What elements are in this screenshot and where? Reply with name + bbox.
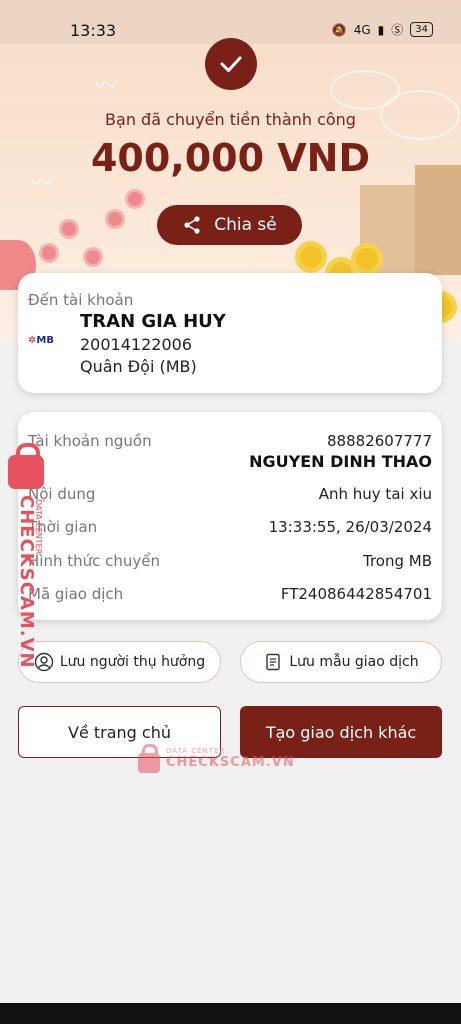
recipient-name: TRAN GIA HUY: [80, 311, 226, 332]
source-account-number: 88882607777: [327, 432, 432, 450]
watermark-center-brand: CHECKSCAM.VN: [166, 754, 295, 770]
battery-indicator: 34: [410, 22, 433, 37]
mute-icon: 🔕: [331, 22, 347, 37]
status-icons: 🔕 4G ▮ Ⓢ 34: [332, 21, 433, 38]
lock-icon: [8, 443, 44, 489]
save-template-label: Lưu mẫu giao dịch: [289, 654, 419, 670]
status-time: 13:33: [70, 21, 117, 40]
recipient-account-number: 20014122006: [80, 335, 192, 354]
mb-bank-logo: ✲MB: [28, 335, 54, 346]
home-gesture-handle[interactable]: [155, 1010, 307, 1014]
success-check-icon: [205, 38, 257, 90]
transaction-details-card: Tài khoản nguồn 88882607777 NGUYEN DINH …: [18, 412, 442, 620]
document-icon: [266, 653, 281, 671]
save-template-button[interactable]: Lưu mẫu giao dịch: [240, 641, 442, 683]
transfer-amount: 400,000 VND: [90, 136, 371, 180]
lock-icon: [138, 744, 160, 773]
txid-value: FT24086442854701: [280, 585, 432, 603]
house-decoration: [415, 165, 461, 275]
blossom-decoration: [128, 192, 142, 206]
watermark-center-tagline: DATA CENTER: [166, 746, 226, 755]
blossom-decoration: [62, 222, 76, 236]
method-value: Trong MB: [362, 552, 432, 570]
recipient-bank: Quân Đội (MB): [80, 357, 197, 376]
source-account-label: Tài khoản nguồn: [28, 432, 152, 450]
source-account-name: NGUYEN DINH THAO: [249, 452, 432, 471]
watermark-center: DATA CENTER CHECKSCAM.VN: [138, 743, 295, 773]
content-value: Anh huy tai xiu: [318, 485, 432, 503]
flower-decoration: [356, 248, 378, 270]
save-recipient-button[interactable]: Lưu người thụ hưởng: [18, 641, 221, 683]
signal-icon: ▮: [377, 22, 385, 37]
share-button[interactable]: Chia sẻ: [157, 205, 302, 245]
bird-decoration: 〰: [95, 74, 118, 99]
save-recipient-label: Lưu người thụ hưởng: [59, 654, 206, 670]
time-value: 13:33:55, 26/03/2024: [268, 518, 432, 536]
recipient-label: Đến tài khoản: [28, 291, 134, 309]
share-label: Chia sẻ: [214, 215, 277, 235]
blossom-decoration: [86, 250, 100, 264]
blossom-decoration: [108, 212, 122, 226]
watermark-tagline: DATA CENTER: [34, 499, 43, 555]
recipient-card: Đến tài khoản ✲MB TRAN GIA HUY 200141220…: [18, 273, 442, 393]
success-message: Bạn đã chuyển tiền thành công: [105, 110, 356, 129]
flower-decoration: [300, 246, 322, 268]
vpn-icon: Ⓢ: [391, 23, 404, 37]
share-icon: [184, 216, 200, 234]
blossom-decoration: [42, 246, 56, 260]
watermark-side: CHECKSCAM.VN DATA CENTER: [4, 443, 48, 669]
network-label: 4G: [353, 22, 371, 37]
